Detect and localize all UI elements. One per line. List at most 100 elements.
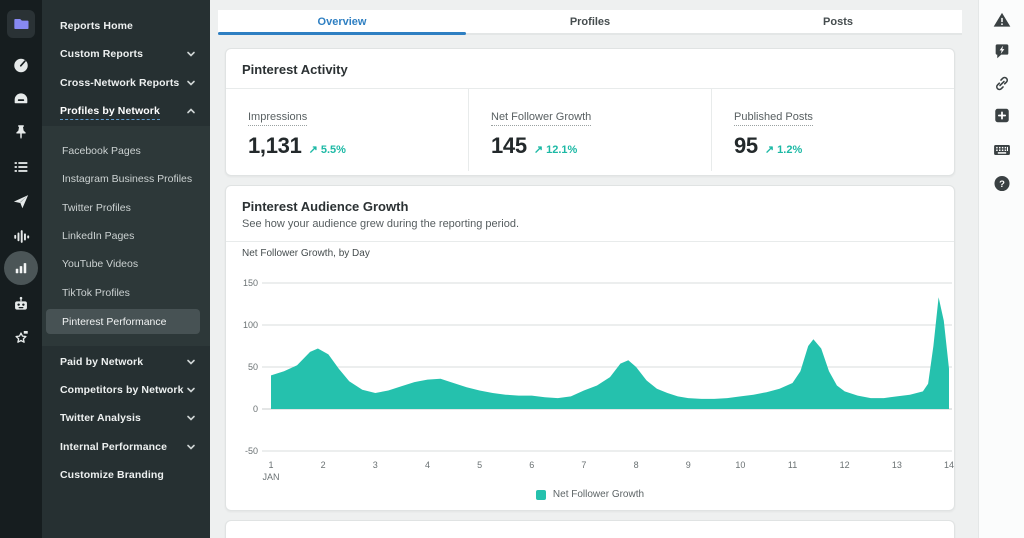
legend-swatch <box>535 489 546 500</box>
sidebar-item-youtube-videos[interactable]: YouTube Videos <box>42 252 210 276</box>
tab-profiles[interactable]: Profiles <box>466 10 714 33</box>
inbox-icon[interactable] <box>12 89 31 108</box>
link-icon[interactable] <box>992 74 1011 93</box>
inbox-icon <box>14 93 28 104</box>
main-content: Overview Profiles Posts Pinterest Activi… <box>210 0 978 538</box>
card-subtitle: See how your audience grew during the re… <box>242 218 520 230</box>
metric-value: 1,131 <box>248 133 302 158</box>
pushpin-icon[interactable] <box>12 123 30 141</box>
star-flag-icon[interactable] <box>12 329 31 348</box>
sidebar-item-facebook-pages[interactable]: Facebook Pages <box>42 139 210 163</box>
tab-overview[interactable]: Overview <box>218 10 466 35</box>
message-bolt-icon[interactable] <box>992 42 1011 61</box>
x-axis-tick-label: 3 <box>373 460 378 470</box>
sidebar-item-label: Internal Performance <box>60 441 168 453</box>
trend-up-icon: ↗ <box>308 144 318 156</box>
trend-up-icon: ↗ <box>764 144 775 156</box>
sidebar-item-customize-branding[interactable]: Customize Branding <box>42 463 210 487</box>
network-profiles-panel: Facebook Pages Instagram Business Profil… <box>42 126 210 346</box>
area-series-net-follower-growth[interactable] <box>271 297 949 409</box>
sidebar-item-competitors-by-network[interactable]: Competitors by Network <box>42 378 210 402</box>
chart-legend: Net Follower Growth <box>226 489 954 500</box>
card-title: Pinterest Audience Growth <box>242 199 409 214</box>
x-axis-tick-label: 13 <box>892 460 902 470</box>
sidebar-item-label: Facebook Pages <box>62 145 141 157</box>
add-square-icon[interactable] <box>992 106 1011 125</box>
card-header: Pinterest Activity <box>226 49 954 89</box>
x-axis-tick-label: 10 <box>735 460 745 470</box>
sidebar-item-profiles-by-network[interactable]: Profiles by Network <box>42 99 210 123</box>
metric-label[interactable]: Impressions <box>248 111 308 126</box>
sidebar-item-label: TikTok Profiles <box>62 287 130 299</box>
metric-label[interactable]: Net Follower Growth <box>491 111 592 126</box>
feed-list-icon <box>14 162 28 172</box>
pinterest-activity-card: Pinterest Activity Impressions 1,131 ↗ 5… <box>225 48 955 176</box>
waveform-icon <box>14 230 30 243</box>
star-flag-icon <box>15 330 28 343</box>
sidebar-item-cross-network-reports[interactable]: Cross-Network Reports <box>42 71 210 95</box>
sidebar-item-twitter-analysis[interactable]: Twitter Analysis <box>42 406 210 430</box>
bar-chart-icon[interactable] <box>4 251 38 285</box>
keyboard-icon[interactable] <box>992 140 1012 160</box>
sidebar-item-label: Twitter Analysis <box>60 412 141 424</box>
alert-triangle-icon[interactable] <box>992 10 1012 30</box>
chevron-down-icon <box>187 51 195 57</box>
sidebar-item-label: Reports Home <box>60 20 133 32</box>
sidebar-item-linkedin-pages[interactable]: LinkedIn Pages <box>42 224 210 248</box>
sidebar-item-instagram-business-profiles[interactable]: Instagram Business Profiles <box>42 167 210 191</box>
bot-icon[interactable] <box>12 295 31 314</box>
x-axis-month-label: JAN <box>262 472 279 482</box>
svg-text:?: ? <box>999 179 1005 190</box>
waveform-icon[interactable] <box>12 227 31 246</box>
x-axis-tick-label: 12 <box>840 460 850 470</box>
sidebar-item-label: Custom Reports <box>60 48 144 60</box>
sidebar-item-label: Pinterest Performance <box>62 315 167 328</box>
metric-delta: ↗ 5.5% <box>308 144 346 156</box>
metric-value: 95 <box>734 133 758 158</box>
pinterest-audience-growth-card: Pinterest Audience Growth See how your a… <box>225 185 955 511</box>
audience-growth-chart[interactable]: 150 100 50 0 -50 1 JAN 2 3 4 5 6 7 8 9 10 11 12 13 14 <box>234 264 956 486</box>
sidebar-item-label: YouTube Videos <box>62 258 139 270</box>
paper-plane-icon[interactable] <box>12 192 31 211</box>
sidebar-item-twitter-profiles[interactable]: Twitter Profiles <box>42 196 210 220</box>
metric-value: 145 <box>491 133 527 158</box>
sidebar-item-custom-reports[interactable]: Custom Reports <box>42 42 210 66</box>
metric-label[interactable]: Published Posts <box>734 111 813 126</box>
sidebar-item-paid-by-network[interactable]: Paid by Network <box>42 350 210 374</box>
reports-sidebar: Reports Home Custom Reports Cross-Networ… <box>42 0 210 538</box>
legend-label[interactable]: Net Follower Growth <box>553 489 644 500</box>
speedometer-icon <box>14 58 28 73</box>
sidebar-item-label: Cross-Network Reports <box>60 77 180 89</box>
feed-list-icon[interactable] <box>12 158 30 176</box>
right-icon-rail: ? <box>978 0 1024 538</box>
speedometer-icon[interactable] <box>12 56 31 75</box>
x-axis-tick-label: 7 <box>581 460 586 470</box>
help-circle-icon[interactable]: ? <box>992 174 1011 193</box>
metric-delta: ↗ 1.2% <box>764 144 803 156</box>
folder-icon <box>14 19 29 29</box>
chevron-down-icon <box>187 387 195 393</box>
folder-icon[interactable] <box>7 10 35 38</box>
x-axis-tick-label: 2 <box>321 460 326 470</box>
sidebar-item-tiktok-profiles[interactable]: TikTok Profiles <box>42 281 210 305</box>
sidebar-item-label: Instagram Business Profiles <box>62 173 193 185</box>
sidebar-item-internal-performance[interactable]: Internal Performance <box>42 435 210 459</box>
sidebar-item-pinterest-performance-selected[interactable]: Pinterest Performance <box>46 309 200 334</box>
chart-label: Net Follower Growth, by Day <box>242 248 370 259</box>
sidebar-item-label: LinkedIn Pages <box>62 230 135 242</box>
y-axis-tick-label: 0 <box>253 404 258 414</box>
report-tabs: Overview Profiles Posts <box>218 10 962 35</box>
bar-chart-icon <box>15 263 27 274</box>
card-title: Pinterest Activity <box>242 62 348 77</box>
metric-net-follower-growth: Net Follower Growth 145 ↗ 12.1% <box>468 89 711 171</box>
chevron-down-icon <box>187 415 195 421</box>
x-axis-tick-label: 11 <box>788 460 797 470</box>
bot-icon <box>15 296 27 310</box>
y-axis-tick-label: 50 <box>248 362 258 372</box>
left-icon-rail <box>0 0 42 538</box>
x-axis-tick-label: 4 <box>425 460 430 470</box>
sidebar-item-reports-home[interactable]: Reports Home <box>42 14 210 38</box>
pushpin-icon <box>16 125 26 140</box>
sidebar-item-label: Competitors by Network <box>60 384 184 396</box>
tab-posts[interactable]: Posts <box>714 10 962 33</box>
